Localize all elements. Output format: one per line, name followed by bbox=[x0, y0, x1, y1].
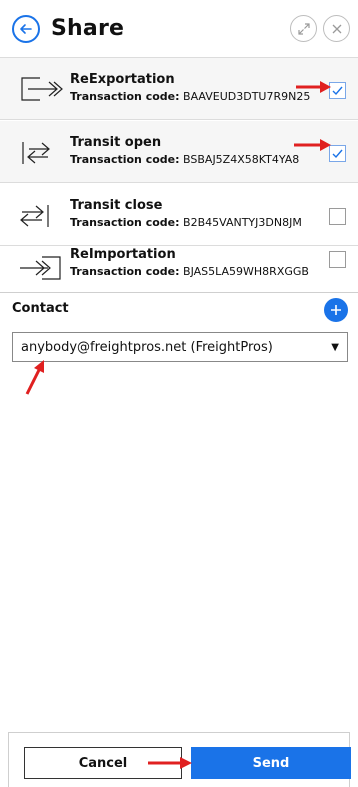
transaction-checkbox[interactable] bbox=[329, 82, 346, 99]
transaction-row-reexportation[interactable]: ReExportation Transaction code: BAAVEUD3… bbox=[0, 58, 358, 120]
contact-section: Contact bbox=[0, 292, 358, 332]
transaction-code: BAAVEUD3DTU7R9N25 bbox=[183, 90, 311, 103]
transaction-name: Transit open bbox=[70, 135, 162, 150]
transaction-checkbox[interactable] bbox=[329, 208, 346, 225]
cancel-button[interactable]: Cancel bbox=[24, 747, 182, 779]
transaction-code-label: Transaction code: bbox=[70, 90, 180, 103]
transaction-row-reimportation[interactable]: ReImportation Transaction code: BJAS5LA5… bbox=[0, 247, 358, 292]
share-header: Share bbox=[0, 0, 358, 58]
contact-select-value: anybody@freightpros.net (FreightPros) bbox=[21, 339, 273, 355]
expand-button[interactable] bbox=[290, 15, 317, 42]
check-icon bbox=[332, 149, 343, 159]
transaction-code-label: Transaction code: bbox=[70, 153, 180, 166]
transaction-name: ReExportation bbox=[70, 72, 175, 87]
transaction-row-transit-close[interactable]: Transit close Transaction code: B2B45VAN… bbox=[0, 184, 358, 246]
add-contact-button[interactable] bbox=[324, 298, 348, 322]
reimport-arrow-icon bbox=[20, 256, 61, 280]
transaction-code-label: Transaction code: bbox=[70, 216, 180, 229]
transaction-code: B2B45VANTYJ3DN8JM bbox=[183, 216, 302, 229]
plus-icon bbox=[331, 305, 341, 315]
transit-close-icon bbox=[20, 205, 49, 227]
caret-down-icon: ▼ bbox=[331, 342, 339, 353]
transaction-code: BJAS5LA59WH8RXGGB bbox=[183, 265, 309, 278]
transaction-name: ReImportation bbox=[70, 247, 176, 262]
transaction-row-transit-open[interactable]: Transit open Transaction code: BSBAJ5Z4X… bbox=[0, 121, 358, 183]
reexport-arrow-icon bbox=[21, 77, 63, 101]
page-title: Share bbox=[51, 16, 125, 41]
transit-open-icon bbox=[22, 142, 50, 164]
transaction-code-label: Transaction code: bbox=[70, 265, 180, 278]
transaction-code: BSBAJ5Z4X58KT4YA8 bbox=[183, 153, 300, 166]
back-button[interactable] bbox=[12, 14, 40, 43]
arrow-left-circle-icon bbox=[20, 23, 32, 34]
transaction-checkbox[interactable] bbox=[329, 251, 346, 268]
transaction-checkbox[interactable] bbox=[329, 145, 346, 162]
close-button[interactable] bbox=[323, 15, 350, 42]
contact-select[interactable]: anybody@freightpros.net (FreightPros) ▼ bbox=[12, 332, 348, 362]
transaction-name: Transit close bbox=[70, 198, 163, 213]
send-button[interactable]: Send bbox=[191, 747, 351, 779]
expand-icon bbox=[297, 22, 310, 35]
contact-label: Contact bbox=[12, 301, 69, 316]
check-icon bbox=[332, 86, 343, 96]
annotation-arrow bbox=[25, 360, 44, 395]
close-icon bbox=[332, 24, 341, 33]
